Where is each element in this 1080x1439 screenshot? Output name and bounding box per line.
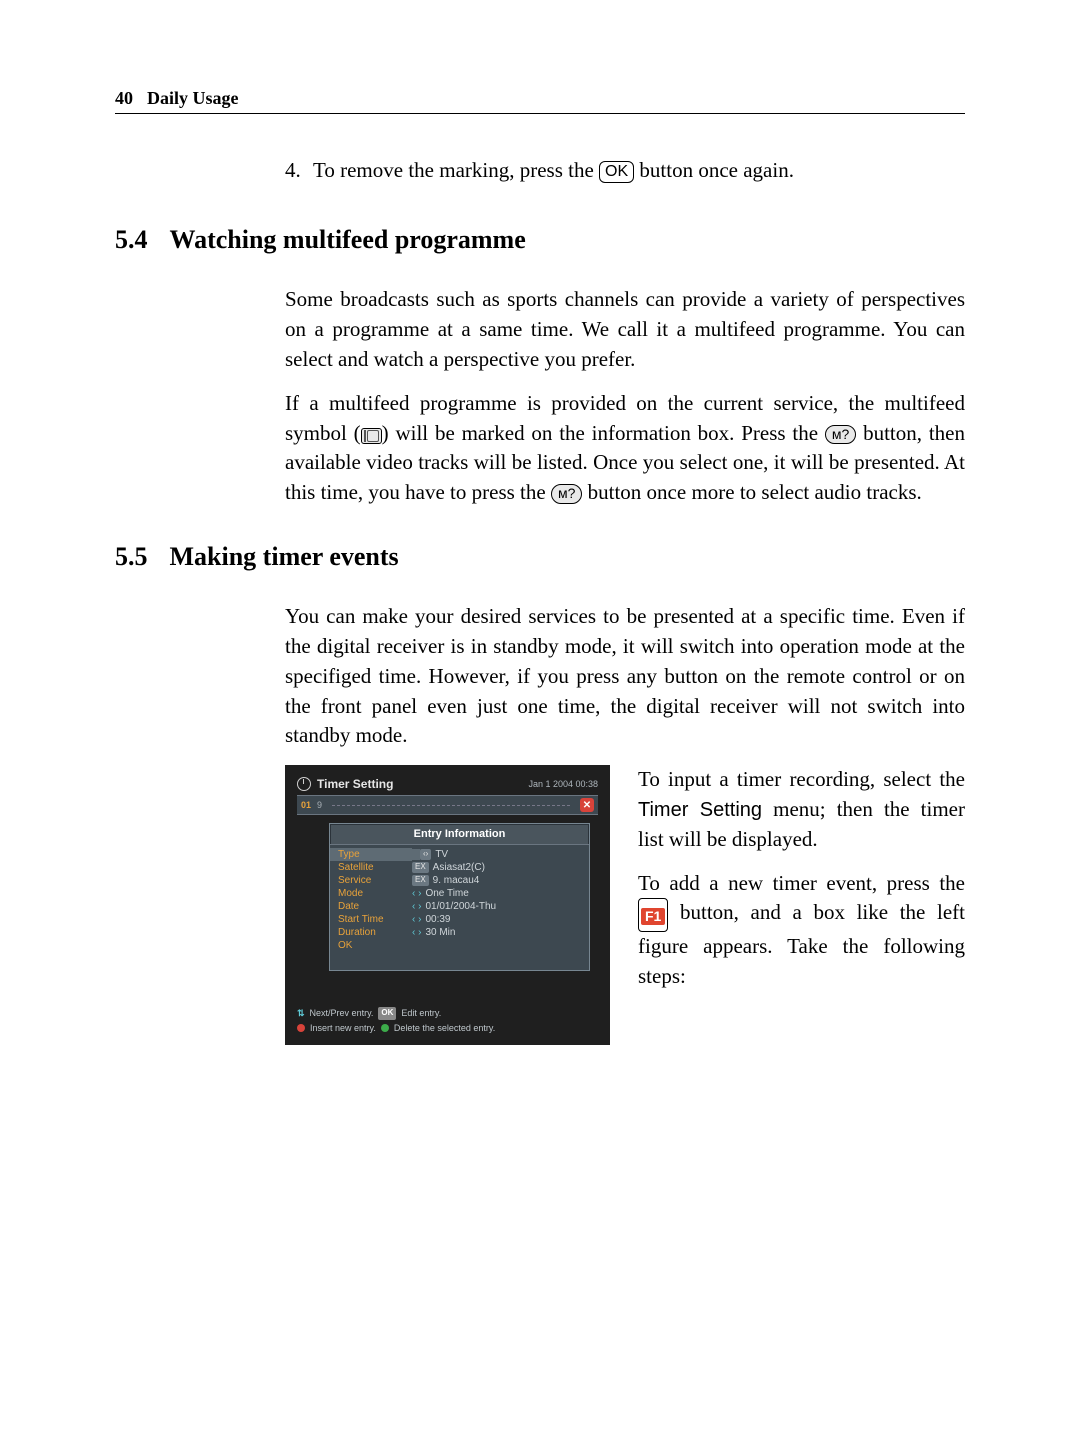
section-number: 5.4: [115, 225, 148, 255]
paragraph: To add a new timer event, press the F1 b…: [638, 869, 965, 992]
field-label: Mode: [338, 888, 412, 899]
field-label: Duration: [338, 927, 412, 938]
timer-setting-screenshot: Timer Setting Jan 1 2004 00:38 01 9 ✕ En…: [285, 765, 610, 1045]
field-label: Date: [338, 901, 412, 912]
field-value: 9. macau4: [433, 875, 480, 886]
menu-name: Timer Setting: [638, 799, 762, 821]
paragraph: If a multifeed programme is provided on …: [285, 389, 965, 508]
f1-keycap-icon: F1: [638, 898, 668, 932]
ok-key-icon: OK: [378, 1007, 396, 1020]
audio-query-button-icon: ᴍ?: [825, 425, 856, 445]
field-label: Start Time: [338, 914, 412, 925]
timer-list-row: 01 9 ✕: [297, 795, 598, 815]
field-value: TV: [435, 849, 448, 860]
chapter-title: Daily Usage: [147, 88, 239, 109]
section-title: Making timer events: [170, 542, 399, 572]
leftright-arrow-icon: ‹ ›: [412, 888, 421, 899]
dialog-legend: ⇅ Next/Prev entry. OK Edit entry. Insert…: [297, 1006, 598, 1035]
entry-field-row: Duration‹ › 30 Min: [330, 926, 589, 939]
audio-query-button-icon: ᴍ?: [551, 484, 582, 504]
close-icon: ✕: [580, 798, 594, 812]
running-header: 40 Daily Usage: [115, 88, 965, 114]
multifeed-icon: [361, 428, 382, 444]
field-prefix-tag: EX: [412, 875, 429, 886]
field-value: 01/01/2004-Thu: [425, 901, 496, 912]
list-item-4: 4. To remove the marking, press the OK b…: [285, 156, 965, 185]
entry-field-row: ServiceEX 9. macau4: [330, 874, 589, 887]
entry-field-row: Type‹› TV: [330, 848, 589, 861]
field-value: One Time: [425, 888, 468, 899]
field-prefix-tag: ‹›: [420, 849, 431, 860]
dialog-datetime: Jan 1 2004 00:38: [528, 779, 598, 789]
section-title: Watching multifeed programme: [170, 225, 526, 255]
paragraph: To input a timer recording, select the T…: [638, 765, 965, 854]
green-dot-icon: [381, 1024, 389, 1032]
entry-field-row: Start Time‹ › 00:39: [330, 913, 589, 926]
entry-field-row: Mode‹ › One Time: [330, 887, 589, 900]
field-value: 00:39: [425, 914, 450, 925]
field-label: OK: [338, 940, 412, 951]
paragraph: Some broadcasts such as sports channels …: [285, 285, 965, 374]
row-index: 01: [301, 800, 311, 810]
field-label: Service: [338, 875, 412, 886]
row-service-num: 9: [317, 800, 322, 810]
field-label: Satellite: [338, 862, 412, 873]
field-value: Asiasat2(C): [433, 862, 485, 873]
list-number: 4.: [285, 156, 313, 185]
paragraph: You can make your desired services to be…: [285, 602, 965, 751]
red-dot-icon: [297, 1024, 305, 1032]
entry-field-row: Date‹ › 01/01/2004-Thu: [330, 900, 589, 913]
section-heading-5-4: 5.4 Watching multifeed programme: [115, 225, 965, 255]
entry-information-panel: Entry Information Type‹› TV SatelliteEX Asi…: [329, 823, 590, 971]
entry-field-row: SatelliteEX Asiasat2(C): [330, 861, 589, 874]
panel-title: Entry Information: [330, 824, 589, 845]
entry-field-row: OK: [330, 939, 589, 952]
field-prefix-tag: EX: [412, 862, 429, 873]
clock-icon: [297, 777, 311, 791]
leftright-arrow-icon: ‹ ›: [412, 901, 421, 912]
section-number: 5.5: [115, 542, 148, 572]
leftright-arrow-icon: ‹ ›: [412, 914, 421, 925]
field-value: 30 Min: [425, 927, 455, 938]
section-heading-5-5: 5.5 Making timer events: [115, 542, 965, 572]
page-number: 40: [115, 88, 133, 109]
field-label: Type: [330, 849, 420, 860]
ok-keycap-icon: OK: [599, 161, 634, 183]
page: 40 Daily Usage 4. To remove the marking,…: [0, 0, 1080, 1439]
updown-arrow-icon: ⇅: [297, 1006, 305, 1020]
leftright-arrow-icon: ‹ ›: [412, 927, 421, 938]
dialog-title: Timer Setting: [317, 777, 393, 791]
list-text: To remove the marking, press the OK butt…: [313, 156, 794, 185]
